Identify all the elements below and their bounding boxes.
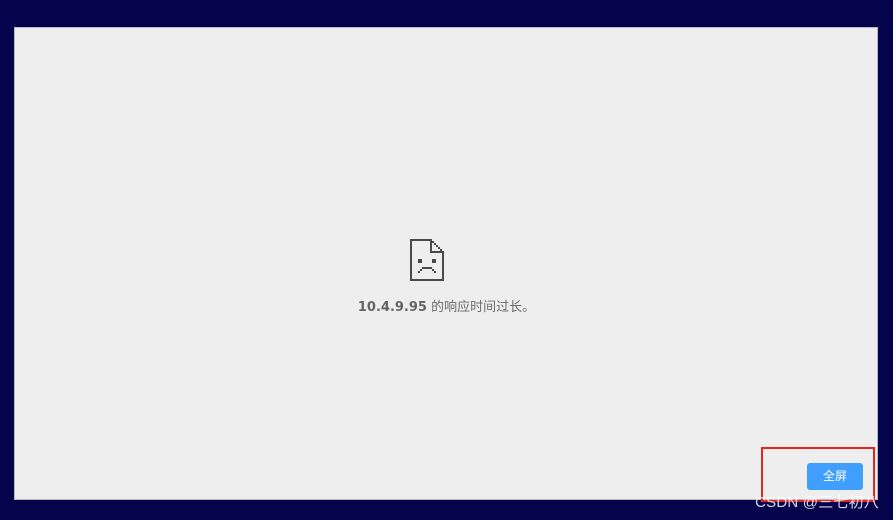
error-message: 10.4.9.95 的响应时间过长。 <box>0 298 893 318</box>
sad-page-icon <box>410 239 444 281</box>
fullscreen-button[interactable]: 全屏 <box>807 463 863 490</box>
error-message-text: 的响应时间过长。 <box>426 300 536 315</box>
error-host: 10.4.9.95 <box>357 300 427 315</box>
watermark: CSDN @三七初八 <box>755 494 879 511</box>
embedded-page-frame <box>14 27 878 500</box>
